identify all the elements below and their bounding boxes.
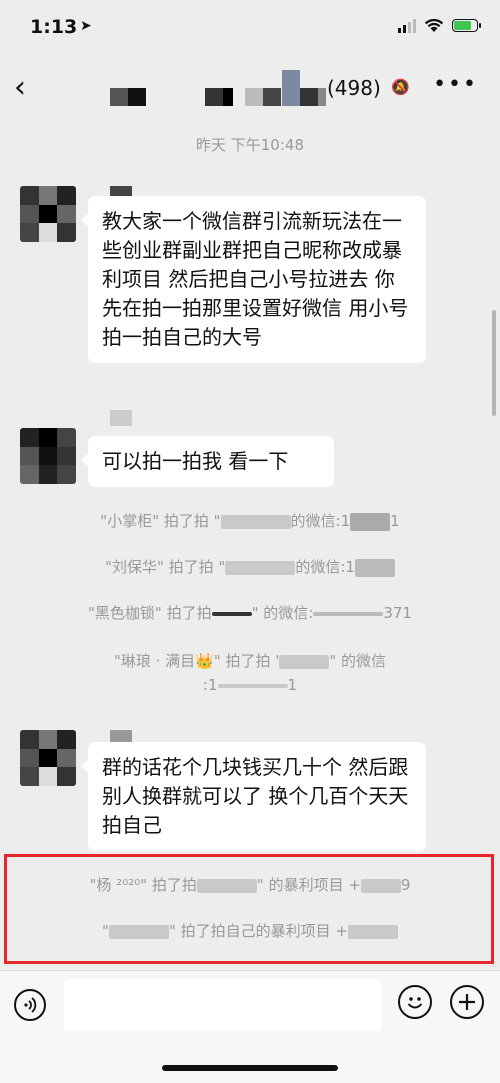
more-button[interactable]: ••• [433, 72, 478, 97]
back-button[interactable]: ‹ [14, 70, 26, 105]
plus-icon [459, 994, 475, 1010]
emoji-icon [407, 997, 423, 1009]
avatar[interactable] [20, 428, 76, 484]
location-arrow-icon: ➤ [80, 18, 92, 34]
highlight-box [4, 854, 494, 964]
message-bubble[interactable]: 可以拍一拍我 看一下 [81, 436, 334, 487]
avatar[interactable] [20, 730, 76, 786]
crown-icon: 👑 [195, 652, 214, 670]
emoji-button[interactable] [398, 985, 432, 1019]
message-input[interactable] [64, 979, 382, 1031]
system-message: "黑色枷锁" 拍了拍 " 的微信: 371 [88, 604, 412, 622]
chat-member-count: (498) [327, 76, 381, 100]
wifi-icon [424, 18, 444, 32]
chat-header: ‹ (498) 🔕 ••• [0, 60, 500, 118]
message-bubble[interactable]: 教大家一个微信群引流新玩法在一些创业群副业群把自己昵称改成暴利项目 然后把自己小… [81, 196, 426, 363]
nickname-blurred [110, 410, 132, 426]
status-icons [398, 18, 481, 33]
voice-button[interactable] [14, 989, 46, 1021]
system-message: "琳琅 · 满目👑" 拍了拍 ' " 的微信 [113, 652, 387, 670]
add-button[interactable] [450, 985, 484, 1019]
bell-off-icon: 🔕 [391, 78, 410, 96]
scrollbar[interactable] [492, 310, 496, 416]
status-time: 1:13 [30, 16, 78, 38]
system-message: "小掌柜" 拍了拍 " 的微信:1 1 [100, 512, 400, 531]
message-bubble[interactable]: 群的话花个几块钱买几十个 然后跟别人换群就可以了 换个几百个天天拍自己 [81, 742, 426, 851]
system-message: :1 1 [202, 676, 298, 694]
signal-icon [398, 18, 416, 33]
system-message: "刘保华" 拍了拍 " 的微信:1 [0, 556, 500, 578]
input-bar [0, 970, 500, 1083]
avatar[interactable] [20, 186, 76, 242]
home-indicator [162, 1065, 338, 1071]
battery-icon [452, 19, 481, 32]
status-bar: 1:13 ➤ [0, 0, 500, 60]
time-separator: 昨天 下午10:48 [196, 136, 304, 154]
voice-icon [24, 997, 37, 1013]
